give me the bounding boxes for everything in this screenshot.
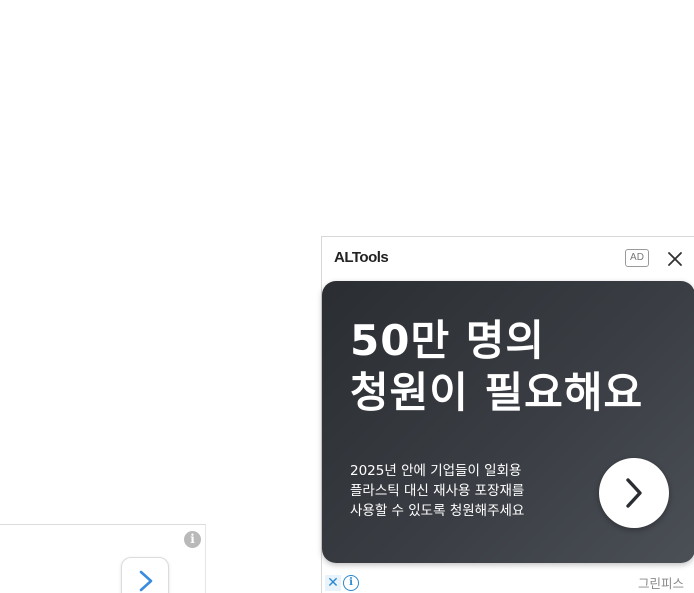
info-icon[interactable]: i [184, 531, 201, 548]
ad-choices[interactable]: ✕ i [325, 574, 359, 592]
page: i ALTools AD 50만 명의 청원이 필요해요 2025년 안에 기업… [0, 0, 694, 593]
ad-body-text: 2025년 안에 기업들이 일회용 플라스틱 대신 재사용 포장재를 사용할 수… [350, 461, 580, 521]
ad-cta-button[interactable] [599, 458, 669, 528]
ad-body-line-3: 사용할 수 있도록 청원해주세요 [350, 503, 525, 519]
chevron-right-icon [626, 478, 642, 508]
close-icon [668, 252, 682, 266]
ad-choices-close-icon[interactable]: ✕ [325, 575, 341, 591]
chevron-right-icon [139, 570, 153, 592]
ad-card[interactable]: 50만 명의 청원이 필요해요 2025년 안에 기업들이 일회용 플라스틱 대… [322, 281, 694, 563]
ad-badge: AD [625, 249, 649, 267]
ad-body-line-2: 플라스틱 대신 재사용 포장재를 [350, 483, 525, 499]
ad-brand-label: ALTools [334, 249, 389, 266]
next-button[interactable] [121, 557, 169, 593]
ad-footer: ✕ i 그린피스 [322, 571, 694, 593]
ad-header: ALTools AD [322, 237, 694, 281]
ad-popup: ALTools AD 50만 명의 청원이 필요해요 2025년 안에 기업들이… [321, 236, 694, 593]
background-ad-panel: i [0, 524, 206, 593]
close-button[interactable] [665, 249, 685, 269]
ad-advertiser-name: 그린피스 [638, 576, 685, 591]
ad-headline-line-1: 50만 명의 [350, 316, 545, 365]
ad-headline: 50만 명의 청원이 필요해요 [350, 315, 690, 419]
ad-headline-line-2: 청원이 필요해요 [350, 368, 644, 417]
ad-choices-info-icon[interactable]: i [343, 575, 359, 591]
ad-body-line-1: 2025년 안에 기업들이 일회용 [350, 463, 522, 479]
